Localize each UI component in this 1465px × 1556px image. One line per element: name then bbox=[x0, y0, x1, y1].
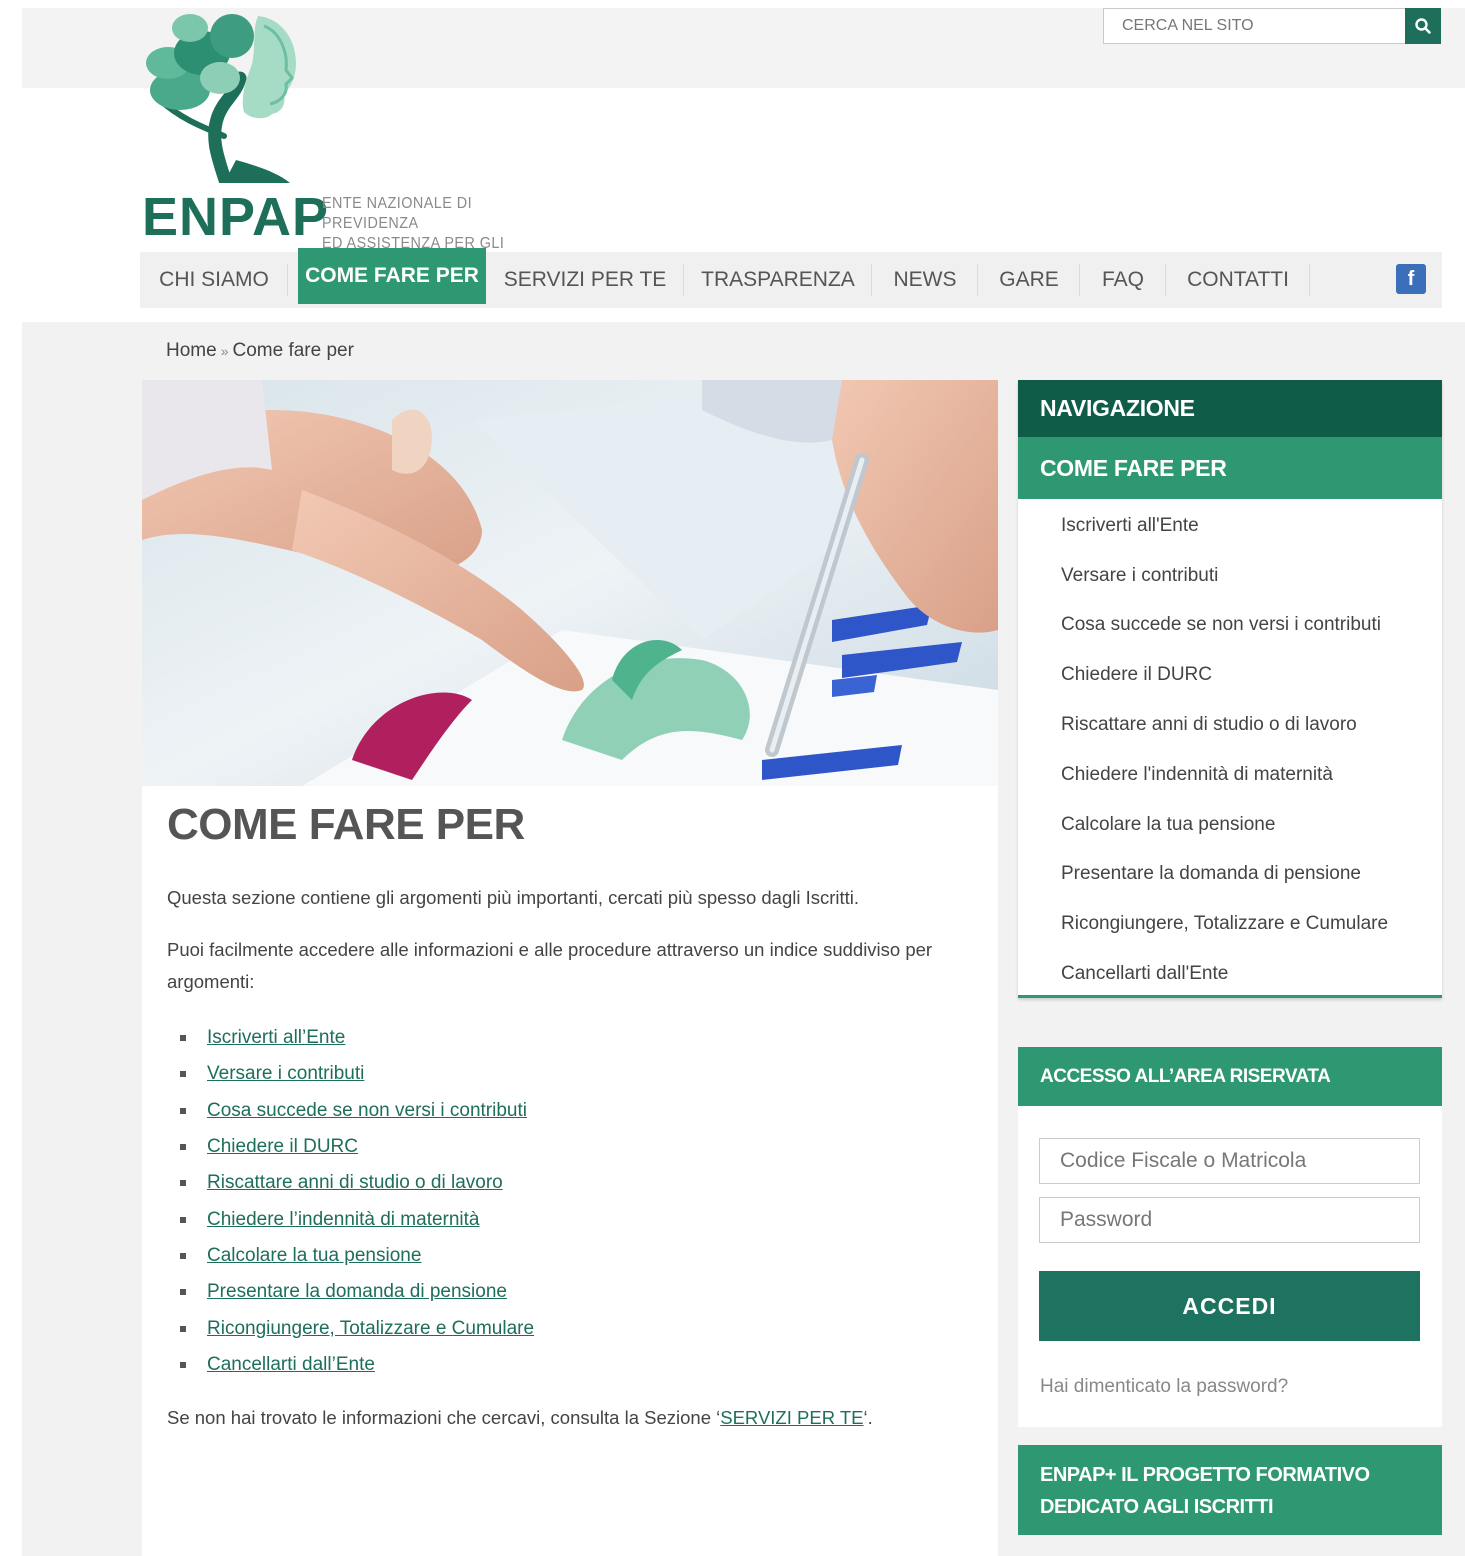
enpap-logo[interactable]: ENPAP ENTE NAZIONALE DI PREVIDENZA ED AS… bbox=[140, 8, 600, 272]
sidebar-divider bbox=[1018, 995, 1442, 998]
facebook-icon[interactable]: f bbox=[1396, 264, 1426, 294]
list-item: Presentare la domanda di pensione bbox=[180, 1274, 534, 1310]
nav-item-news[interactable]: NEWS bbox=[872, 252, 978, 308]
nav-item-contatti[interactable]: CONTATTI bbox=[1166, 252, 1310, 308]
list-item: Chiedere l’indennità di maternità bbox=[180, 1201, 534, 1237]
list-item: Ricongiungere, Totalizzare e Cumulare bbox=[180, 1310, 534, 1346]
nav-item-trasparenza[interactable]: TRASPARENZA bbox=[684, 252, 872, 308]
sidebar-item[interactable]: Presentare la domanda di pensione bbox=[1061, 850, 1442, 900]
topic-link[interactable]: Calcolare la tua pensione bbox=[207, 1245, 421, 1267]
main-content: COME FARE PER Questa sezione contiene gl… bbox=[142, 380, 998, 1556]
sidebar-heading: NAVIGAZIONE bbox=[1018, 380, 1442, 437]
footer-note-text: Se non hai trovato le informazioni che c… bbox=[167, 1407, 721, 1428]
tree-logo-icon bbox=[146, 14, 296, 183]
sidebar-item[interactable]: Versare i contributi bbox=[1061, 551, 1442, 601]
main-navigation: CHI SIAMO COME FARE PER SERVIZI PER TE T… bbox=[140, 248, 1442, 308]
sidebar-item[interactable]: Iscriverti all'Ente bbox=[1061, 501, 1442, 551]
nav-item-come-fare-per[interactable]: COME FARE PER bbox=[298, 248, 486, 304]
user-id-field[interactable] bbox=[1039, 1138, 1420, 1184]
topic-link[interactable]: Ricongiungere, Totalizzare e Cumulare bbox=[207, 1318, 534, 1340]
promo-banner[interactable]: ENPAP+ IL PROGETTO FORMATIVO DEDICATO AG… bbox=[1018, 1445, 1442, 1535]
list-item: Cancellarti dall’Ente bbox=[180, 1347, 534, 1383]
login-heading: ACCESSO ALL’AREA RISERVATA bbox=[1018, 1047, 1442, 1106]
topic-link[interactable]: Chiedere il DURC bbox=[207, 1136, 358, 1158]
login-box: ACCESSO ALL’AREA RISERVATA ACCEDI Hai di… bbox=[1018, 1047, 1442, 1427]
list-item: Calcolare la tua pensione bbox=[180, 1238, 534, 1274]
list-item: Riscattare anni di studio o di lavoro bbox=[180, 1165, 534, 1201]
topic-link[interactable]: Presentare la domanda di pensione bbox=[207, 1281, 507, 1303]
sidebar-navigation: NAVIGAZIONE COME FARE PER Iscriverti all… bbox=[1018, 380, 1442, 998]
login-button[interactable]: ACCEDI bbox=[1039, 1271, 1420, 1341]
topic-link[interactable]: Riscattare anni di studio o di lavoro bbox=[207, 1172, 503, 1194]
breadcrumb-current: Come fare per bbox=[232, 340, 354, 361]
hero-illustration bbox=[142, 380, 998, 786]
nav-item-faq[interactable]: FAQ bbox=[1080, 252, 1166, 308]
nav-item-chi-siamo[interactable]: CHI SIAMO bbox=[140, 252, 288, 308]
page-title: COME FARE PER bbox=[167, 800, 525, 849]
hero-image bbox=[142, 380, 998, 786]
topic-link[interactable]: Chiedere l’indennità di maternità bbox=[207, 1209, 480, 1231]
logo-tagline-line1: ENTE NAZIONALE DI PREVIDENZA bbox=[322, 195, 473, 232]
footer-note-end: ‘. bbox=[863, 1407, 873, 1428]
footer-note: Se non hai trovato le informazioni che c… bbox=[167, 1402, 977, 1434]
topics-list: Iscriverti all’Ente Versare i contributi… bbox=[180, 1020, 534, 1383]
nav-item-gare[interactable]: GARE bbox=[978, 252, 1080, 308]
password-field[interactable] bbox=[1039, 1197, 1420, 1243]
sidebar-item[interactable]: Cancellarti dall'Ente bbox=[1061, 949, 1442, 999]
list-item: Cosa succede se non versi i contributi bbox=[180, 1093, 534, 1129]
search-input[interactable] bbox=[1103, 8, 1405, 44]
intro-paragraph-2: Puoi facilmente accedere alle informazio… bbox=[167, 939, 933, 992]
topic-link[interactable]: Versare i contributi bbox=[207, 1063, 364, 1085]
sidebar-item[interactable]: Ricongiungere, Totalizzare e Cumulare bbox=[1061, 899, 1442, 949]
intro-paragraph: Questa sezione contiene gli argomenti pi… bbox=[167, 887, 860, 908]
logo-wordmark: ENPAP bbox=[142, 187, 330, 247]
nav-item-servizi-per-te[interactable]: SERVIZI PER TE bbox=[486, 252, 684, 308]
search-button[interactable] bbox=[1405, 8, 1441, 44]
list-item: Iscriverti all’Ente bbox=[180, 1020, 534, 1056]
forgot-password-link[interactable]: Hai dimenticato la password? bbox=[1040, 1376, 1288, 1398]
breadcrumb-separator: » bbox=[220, 343, 229, 359]
sidebar-item[interactable]: Riscattare anni di studio o di lavoro bbox=[1061, 700, 1442, 750]
side-nav-box: NAVIGAZIONE COME FARE PER Iscriverti all… bbox=[1018, 380, 1442, 998]
search-icon bbox=[1415, 18, 1431, 34]
list-item: Versare i contributi bbox=[180, 1056, 534, 1092]
topic-link[interactable]: Cosa succede se non versi i contributi bbox=[207, 1100, 527, 1122]
sidebar-item[interactable]: Chiedere il DURC bbox=[1061, 650, 1442, 700]
site-search bbox=[1103, 8, 1441, 44]
sidebar-item[interactable]: Chiedere l'indennità di maternità bbox=[1061, 750, 1442, 800]
sidebar-item[interactable]: Cosa succede se non versi i contributi bbox=[1061, 601, 1442, 651]
sidebar-section[interactable]: COME FARE PER bbox=[1018, 437, 1442, 499]
topic-link[interactable]: Iscriverti all’Ente bbox=[207, 1027, 345, 1049]
topic-link[interactable]: Cancellarti dall’Ente bbox=[207, 1354, 375, 1376]
servizi-per-te-link[interactable]: SERVIZI PER TE bbox=[720, 1407, 863, 1428]
sidebar-item[interactable]: Calcolare la tua pensione bbox=[1061, 800, 1442, 850]
breadcrumb: Home» Come fare per bbox=[166, 340, 354, 362]
breadcrumb-home[interactable]: Home bbox=[166, 340, 217, 361]
list-item: Chiedere il DURC bbox=[180, 1129, 534, 1165]
sidebar-list: Iscriverti all'Ente Versare i contributi… bbox=[1018, 499, 1442, 999]
